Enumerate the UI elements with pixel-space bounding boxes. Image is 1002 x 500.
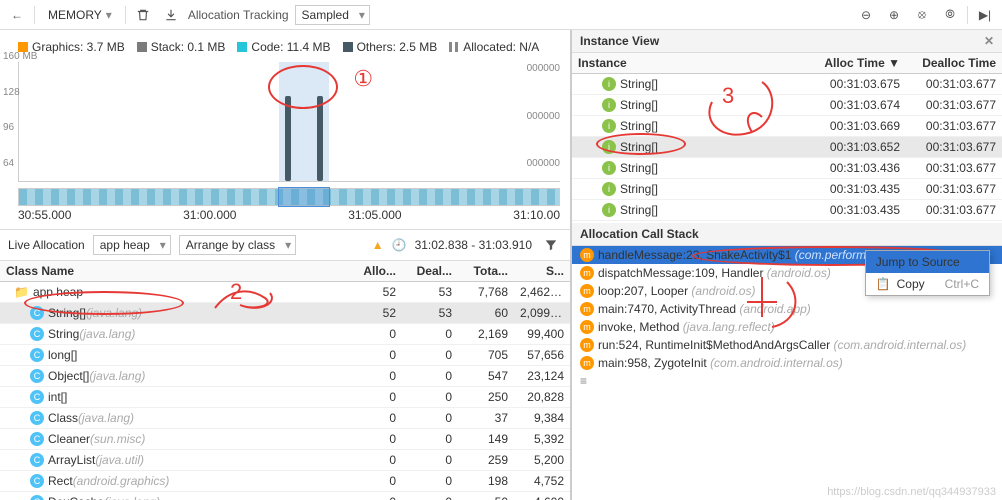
stack-frame[interactable]: m run:524, RuntimeInit$MethodAndArgsCall… <box>572 336 1002 354</box>
instance-table: Instance Alloc Time ▼ Dealloc Time iStri… <box>572 53 1002 223</box>
copy-icon: 📋 <box>876 277 891 291</box>
col-dealloc-time[interactable]: Dealloc Time <box>906 53 1002 73</box>
stack-frame[interactable]: ≡ <box>572 372 1002 390</box>
back-button[interactable]: ← <box>6 4 28 26</box>
call-stack-title: Allocation Call Stack <box>572 223 1002 246</box>
arrange-dropdown[interactable]: Arrange by class <box>179 235 296 255</box>
table-row[interactable]: CCleaner (sun.misc)001495,392 <box>0 429 570 450</box>
legend-item: Stack: 0.1 MB <box>137 40 226 54</box>
table-row[interactable]: CString (java.lang)002,16999,400 <box>0 324 570 345</box>
table-row[interactable]: Clong[] 0070557,656 <box>0 345 570 366</box>
live-allocation-label: Live Allocation <box>8 238 85 252</box>
col-class-name[interactable]: Class Name <box>0 261 346 281</box>
timeline-minimap[interactable] <box>18 188 560 206</box>
clock-icon: 🕘 <box>392 238 407 252</box>
table-row[interactable]: CClass (java.lang)00379,384 <box>0 408 570 429</box>
col-shallow[interactable]: S... <box>514 261 570 281</box>
fit-icon[interactable]: ⦾ <box>939 4 961 26</box>
context-menu: Jump to Source 📋Copy Ctrl+C <box>865 250 990 296</box>
ctx-copy[interactable]: 📋Copy Ctrl+C <box>866 273 989 295</box>
zoom-out-icon[interactable]: ⊖ <box>855 4 877 26</box>
legend-item: Allocated: N/A <box>449 40 539 54</box>
stack-frame[interactable]: m invoke, Method (java.lang.reflect) <box>572 318 1002 336</box>
instance-row[interactable]: iString[]00:31:03.67500:31:03.677 <box>572 74 1002 95</box>
instance-row[interactable]: iString[]00:31:03.67400:31:03.677 <box>572 95 1002 116</box>
stack-frame[interactable]: m main:958, ZygoteInit (com.android.inte… <box>572 354 1002 372</box>
col-instance[interactable]: Instance <box>572 53 810 73</box>
instance-row[interactable]: iString[]00:31:03.43500:31:03.677 <box>572 179 1002 200</box>
stack-frame[interactable]: m main:7470, ActivityThread (android.app… <box>572 300 1002 318</box>
watermark: https://blog.csdn.net/qq344937933 <box>827 486 996 498</box>
time-range-label: 31:02.838 - 31:03.910 <box>415 238 532 252</box>
col-total[interactable]: Tota... <box>458 261 514 281</box>
table-row[interactable]: CArrayList (java.util)002595,200 <box>0 450 570 471</box>
zoom-in-icon[interactable]: ⊕ <box>883 4 905 26</box>
instance-row[interactable]: iString[]00:31:03.43600:31:03.677 <box>572 158 1002 179</box>
instance-row[interactable]: iString[]00:31:03.65200:31:03.677 <box>572 137 1002 158</box>
toolbar: ← MEMORY ▾ Allocation Tracking Sampled ⊖… <box>0 0 1002 30</box>
warning-icon[interactable]: ▲ <box>372 238 384 252</box>
tracking-label: Allocation Tracking <box>188 8 289 22</box>
instance-view-title: Instance View ✕ <box>572 30 1002 53</box>
table-row[interactable]: CDexCache (java.lang)00504,600 <box>0 492 570 500</box>
col-deal[interactable]: Deal... <box>402 261 458 281</box>
memory-tab-label: MEMORY <box>48 8 102 22</box>
chevron-down-icon: ▾ <box>106 8 112 22</box>
col-alloc-time[interactable]: Alloc Time ▼ <box>810 53 906 73</box>
close-icon[interactable]: ✕ <box>984 34 994 48</box>
memory-tab[interactable]: MEMORY ▾ <box>41 4 119 26</box>
table-row[interactable]: CObject[] (java.lang)0054723,124 <box>0 366 570 387</box>
tracking-mode-dropdown[interactable]: Sampled <box>295 5 370 25</box>
trash-icon[interactable] <box>132 4 154 26</box>
heap-dropdown[interactable]: app heap <box>93 235 171 255</box>
table-row[interactable]: Cint[] 0025020,828 <box>0 387 570 408</box>
filter-bar: Live Allocation app heap Arrange by clas… <box>0 230 570 261</box>
download-dump-icon[interactable] <box>160 4 182 26</box>
chart-legend: Graphics: 3.7 MBStack: 0.1 MBCode: 11.4 … <box>18 40 560 54</box>
ctx-jump-to-source[interactable]: Jump to Source <box>866 251 989 273</box>
table-row[interactable]: CRect (android.graphics)001984,752 <box>0 471 570 492</box>
call-stack: m handleMessage:23, ShakeActivity$1 (com… <box>572 246 1002 500</box>
live-jump-icon[interactable]: ▶| <box>974 4 996 26</box>
reset-zoom-icon[interactable]: ⦻ <box>911 4 933 26</box>
class-table: Class Name Allo... Deal... Tota... S... … <box>0 261 570 500</box>
filter-icon[interactable] <box>540 234 562 256</box>
legend-item: Code: 11.4 MB <box>237 40 330 54</box>
table-row[interactable]: 📁app heap52537,7682,462,49 <box>0 282 570 303</box>
col-allo[interactable]: Allo... <box>346 261 402 281</box>
instance-row[interactable]: iString[]00:31:03.66900:31:03.677 <box>572 116 1002 137</box>
memory-chart[interactable]: Graphics: 3.7 MBStack: 0.1 MBCode: 11.4 … <box>0 30 570 230</box>
table-row[interactable]: CString[] (java.lang)5253602,099,39 <box>0 303 570 324</box>
legend-item: Others: 2.5 MB <box>343 40 438 54</box>
instance-row[interactable]: iString[]00:31:03.43500:31:03.677 <box>572 200 1002 221</box>
